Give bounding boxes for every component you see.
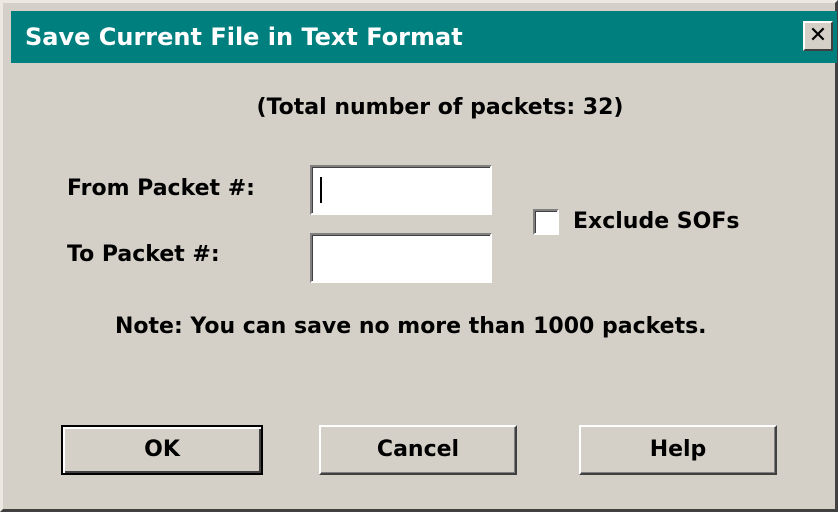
cancel-button[interactable]: Cancel bbox=[319, 425, 517, 475]
from-packet-input[interactable] bbox=[310, 165, 492, 215]
help-button[interactable]: Help bbox=[579, 425, 777, 475]
close-button[interactable]: ✕ bbox=[803, 21, 833, 51]
save-text-format-dialog: Save Current File in Text Format ✕ (Tota… bbox=[0, 0, 838, 512]
exclude-sofs-checkbox[interactable] bbox=[533, 209, 559, 235]
close-icon: ✕ bbox=[808, 23, 828, 48]
from-packet-label: From Packet #: bbox=[67, 176, 255, 201]
note-text: Note: You can save no more than 1000 pac… bbox=[115, 314, 707, 339]
dialog-title: Save Current File in Text Format bbox=[25, 23, 463, 51]
total-packets-text: (Total number of packets: 32) bbox=[256, 95, 624, 120]
title-bar[interactable]: Save Current File in Text Format ✕ bbox=[11, 11, 837, 63]
ok-button[interactable]: OK bbox=[61, 425, 263, 475]
exclude-sofs-label[interactable]: Exclude SOFs bbox=[573, 209, 739, 235]
text-caret bbox=[320, 177, 322, 203]
to-packet-label: To Packet #: bbox=[67, 242, 220, 267]
to-packet-input[interactable] bbox=[310, 233, 492, 283]
